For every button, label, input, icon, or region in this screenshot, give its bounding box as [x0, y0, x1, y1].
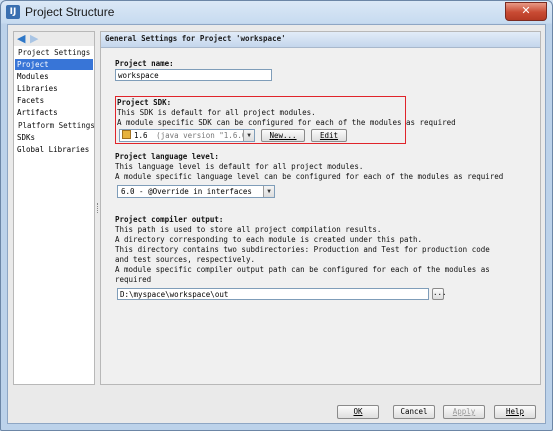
- output-description-5: A module specific compiler output path c…: [115, 265, 490, 274]
- output-description-2: A directory corresponding to each module…: [115, 235, 423, 244]
- sdk-selected-value: 1.6: [134, 131, 148, 140]
- compiler-output-label: Project compiler output:: [115, 215, 224, 224]
- project-sdk-dropdown[interactable]: 1.6 (java version "1.6.0_31") ▼: [119, 129, 255, 142]
- nav-item-facets[interactable]: Facets: [15, 95, 93, 106]
- platform-settings-header-label: Platform Settings: [18, 121, 95, 130]
- language-level-value: 6.0 - @Override in interfaces: [121, 187, 252, 196]
- nav-item-project[interactable]: Project: [15, 59, 93, 70]
- jdk-folder-icon: [122, 130, 131, 139]
- general-settings-title: General Settings for Project 'workspace': [105, 34, 286, 43]
- nav-item-global-libraries[interactable]: Global Libraries: [15, 144, 93, 155]
- sdk-edit-button[interactable]: Edit: [311, 129, 347, 142]
- apply-button-label: Apply: [452, 407, 476, 416]
- close-icon: ✕: [521, 4, 531, 17]
- compiler-output-path-input[interactable]: D:\myspace\workspace\out: [117, 288, 429, 300]
- nav-item-libraries[interactable]: Libraries: [15, 83, 93, 94]
- language-description-1: This language level is default for all p…: [115, 162, 364, 171]
- apply-button[interactable]: Apply: [443, 405, 485, 419]
- browse-button[interactable]: ...: [432, 288, 447, 300]
- ok-button-label: OK: [353, 407, 363, 416]
- help-button[interactable]: Help: [494, 405, 536, 419]
- language-level-label: Project language level:: [115, 152, 219, 161]
- back-arrow-icon[interactable]: ◀: [17, 33, 27, 44]
- nav-toolbar: ◀ ▶: [14, 32, 94, 46]
- settings-navigation-panel: ◀ ▶ Project Settings Project Modules Lib…: [13, 31, 95, 385]
- output-description-4: and test sources, respectively.: [115, 255, 255, 264]
- sdk-new-button-label: New...: [269, 131, 297, 140]
- close-window-button[interactable]: ✕: [505, 2, 547, 21]
- nav-item-sdks[interactable]: SDKs: [15, 132, 93, 143]
- sdk-description-2: A module specific SDK can be configured …: [117, 118, 456, 127]
- language-description-2: A module specific language level can be …: [115, 172, 504, 181]
- project-sdk-label: Project SDK:: [117, 98, 172, 107]
- project-structure-window: IJ Project Structure ✕ ◀ ▶ Project Setti…: [0, 0, 553, 431]
- chevron-down-icon[interactable]: ▼: [243, 130, 254, 141]
- project-name-input[interactable]: workspace: [115, 69, 272, 81]
- cancel-button[interactable]: Cancel: [393, 405, 435, 419]
- project-settings-header-label: Project Settings: [18, 48, 91, 57]
- browse-button-label: ...: [433, 288, 447, 297]
- output-description-1: This path is used to store all project c…: [115, 225, 382, 234]
- language-level-dropdown[interactable]: 6.0 - @Override in interfaces ▼: [117, 185, 275, 198]
- window-title: Project Structure: [25, 5, 115, 19]
- help-button-label: Help: [505, 407, 525, 416]
- nav-item-modules[interactable]: Modules: [15, 71, 93, 82]
- nav-item-artifacts[interactable]: Artifacts: [15, 107, 93, 118]
- project-name-label: Project name:: [115, 59, 174, 68]
- output-description-3: This directory contains two subdirectori…: [115, 245, 490, 254]
- intellij-app-icon: IJ: [6, 5, 20, 19]
- output-description-6: required: [115, 275, 152, 284]
- title-bar[interactable]: IJ Project Structure ✕: [1, 1, 552, 23]
- chevron-down-icon[interactable]: ▼: [263, 186, 274, 197]
- ok-button[interactable]: OK: [337, 405, 379, 419]
- sdk-new-button[interactable]: New...: [261, 129, 305, 142]
- general-settings-panel: General Settings for Project 'workspace'…: [100, 31, 541, 385]
- sdk-edit-button-label: Edit: [319, 131, 339, 140]
- general-settings-header: General Settings for Project 'workspace': [101, 32, 540, 48]
- dialog-body: ◀ ▶ Project Settings Project Modules Lib…: [7, 24, 546, 424]
- sdk-version-text: (java version "1.6.0_31"): [156, 131, 254, 140]
- forward-arrow-icon[interactable]: ▶: [30, 33, 40, 44]
- sdk-description-1: This SDK is default for all project modu…: [117, 108, 316, 117]
- cancel-button-label: Cancel: [400, 407, 428, 416]
